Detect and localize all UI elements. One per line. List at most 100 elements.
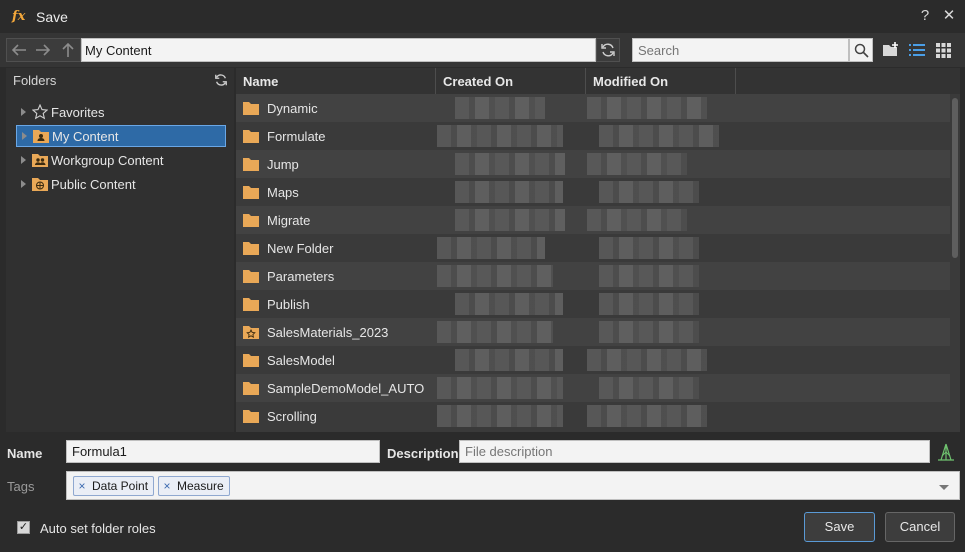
redacted-date — [455, 97, 545, 119]
redacted-date — [437, 265, 553, 287]
expand-caret-icon[interactable] — [22, 132, 27, 140]
cancel-button[interactable]: Cancel — [885, 512, 955, 542]
file-name: Scrolling — [267, 408, 317, 424]
grid-view-icon[interactable] — [933, 40, 953, 60]
modified-on-cell — [585, 374, 735, 402]
chevron-down-icon[interactable] — [939, 485, 949, 490]
table-row[interactable]: Scrolling — [236, 402, 950, 430]
search-icon — [854, 43, 869, 58]
name-field[interactable] — [66, 440, 380, 463]
ai-assist-icon[interactable] — [936, 441, 956, 463]
content-list: Name Created On Modified On Dynamic Formu… — [236, 68, 960, 432]
back-arrow-icon[interactable] — [7, 39, 31, 61]
refresh-path-button[interactable] — [596, 38, 620, 62]
modified-on-cell — [585, 150, 735, 178]
folder-tree-favorites[interactable]: Favorites — [16, 101, 226, 123]
redacted-date — [437, 125, 563, 147]
folder-tree-my-content[interactable]: My Content — [16, 125, 226, 147]
save-button[interactable]: Save — [804, 512, 875, 542]
star-folder-icon — [243, 326, 259, 339]
list-scrollbar[interactable] — [952, 98, 958, 258]
refresh-folders-icon[interactable] — [214, 73, 228, 87]
modified-on-cell — [585, 206, 735, 234]
forward-arrow-icon[interactable] — [31, 39, 55, 61]
tags-input[interactable]: × Data Point × Measure — [66, 471, 960, 500]
modified-on-cell — [585, 402, 735, 430]
redacted-date — [455, 153, 565, 175]
remove-tag-icon[interactable]: × — [159, 479, 175, 493]
folder-icon — [243, 130, 259, 143]
folder-icon — [243, 242, 259, 255]
created-on-cell — [435, 178, 585, 206]
folder-tree-workgroup-content[interactable]: Workgroup Content — [16, 149, 226, 171]
table-row[interactable]: Migrate — [236, 206, 950, 234]
help-icon[interactable]: ? — [917, 7, 933, 25]
table-row[interactable]: SampleDemoModel_AUTO — [236, 374, 950, 402]
name-cell: Publish — [236, 297, 435, 312]
folders-header: Folders — [6, 68, 234, 92]
redacted-date — [455, 209, 565, 231]
table-row[interactable]: Dynamic — [236, 94, 950, 122]
column-header-name[interactable]: Name — [236, 68, 436, 94]
name-cell: Maps — [236, 185, 435, 200]
created-on-cell — [435, 290, 585, 318]
name-cell: Parameters — [236, 269, 435, 284]
column-header-modified-on[interactable]: Modified On — [586, 68, 736, 94]
redacted-date — [437, 377, 563, 399]
modified-on-cell — [585, 346, 735, 374]
table-row[interactable]: Maps — [236, 178, 950, 206]
folder-icon — [243, 270, 259, 283]
globe-folder-icon — [32, 176, 48, 192]
created-on-cell — [435, 402, 585, 430]
file-name: SalesModel — [267, 352, 335, 368]
expand-caret-icon[interactable] — [21, 180, 26, 188]
folder-icon — [243, 410, 259, 423]
file-name: Jump — [267, 156, 299, 172]
new-folder-icon[interactable] — [881, 40, 901, 60]
search-input[interactable] — [632, 38, 849, 62]
auto-set-roles-checkbox[interactable]: ✓ — [17, 521, 30, 534]
title-bar: fx Save ? ✕ — [0, 0, 965, 33]
created-on-cell — [435, 262, 585, 290]
up-arrow-icon[interactable] — [56, 39, 80, 61]
redacted-date — [599, 181, 699, 203]
user-folder-icon — [33, 128, 49, 144]
folder-icon — [243, 298, 259, 311]
nav-buttons — [6, 38, 81, 62]
folder-tree-public-content[interactable]: Public Content — [16, 173, 226, 195]
table-row[interactable]: SalesMaterials_2023 — [236, 318, 950, 346]
folder-icon — [243, 186, 259, 199]
file-name: Migrate — [267, 212, 311, 228]
navigation-toolbar — [0, 33, 965, 67]
redacted-date — [599, 265, 699, 287]
remove-tag-icon[interactable]: × — [74, 479, 90, 493]
folder-icon — [243, 382, 259, 395]
folder-icon — [243, 102, 259, 115]
search-button[interactable] — [849, 38, 873, 62]
tag-chip: × Data Point — [73, 476, 155, 496]
table-row[interactable]: Formulate — [236, 122, 950, 150]
redacted-date — [599, 293, 699, 315]
folder-tree-label: Favorites — [51, 104, 105, 120]
file-name: Maps — [267, 184, 299, 200]
file-name: Publish — [267, 296, 310, 312]
name-cell: SalesMaterials_2023 — [236, 325, 435, 340]
column-header-created-on[interactable]: Created On — [436, 68, 586, 94]
description-field[interactable] — [459, 440, 930, 463]
expand-caret-icon[interactable] — [21, 108, 26, 116]
expand-caret-icon[interactable] — [21, 156, 26, 164]
table-row[interactable]: New Folder — [236, 234, 950, 262]
table-row[interactable]: SalesModel — [236, 346, 950, 374]
close-icon[interactable]: ✕ — [941, 7, 957, 25]
dialog-title: Save — [36, 8, 68, 25]
modified-on-cell — [585, 290, 735, 318]
path-input[interactable] — [81, 38, 596, 62]
table-row[interactable]: Publish — [236, 290, 950, 318]
folders-panel: Folders Favorites My Content Workgroup C… — [6, 68, 234, 432]
table-row[interactable]: Parameters — [236, 262, 950, 290]
list-view-icon[interactable] — [907, 40, 927, 60]
redacted-date — [599, 125, 719, 147]
folder-icon — [243, 354, 259, 367]
table-row[interactable]: Jump — [236, 150, 950, 178]
refresh-icon — [601, 43, 615, 57]
